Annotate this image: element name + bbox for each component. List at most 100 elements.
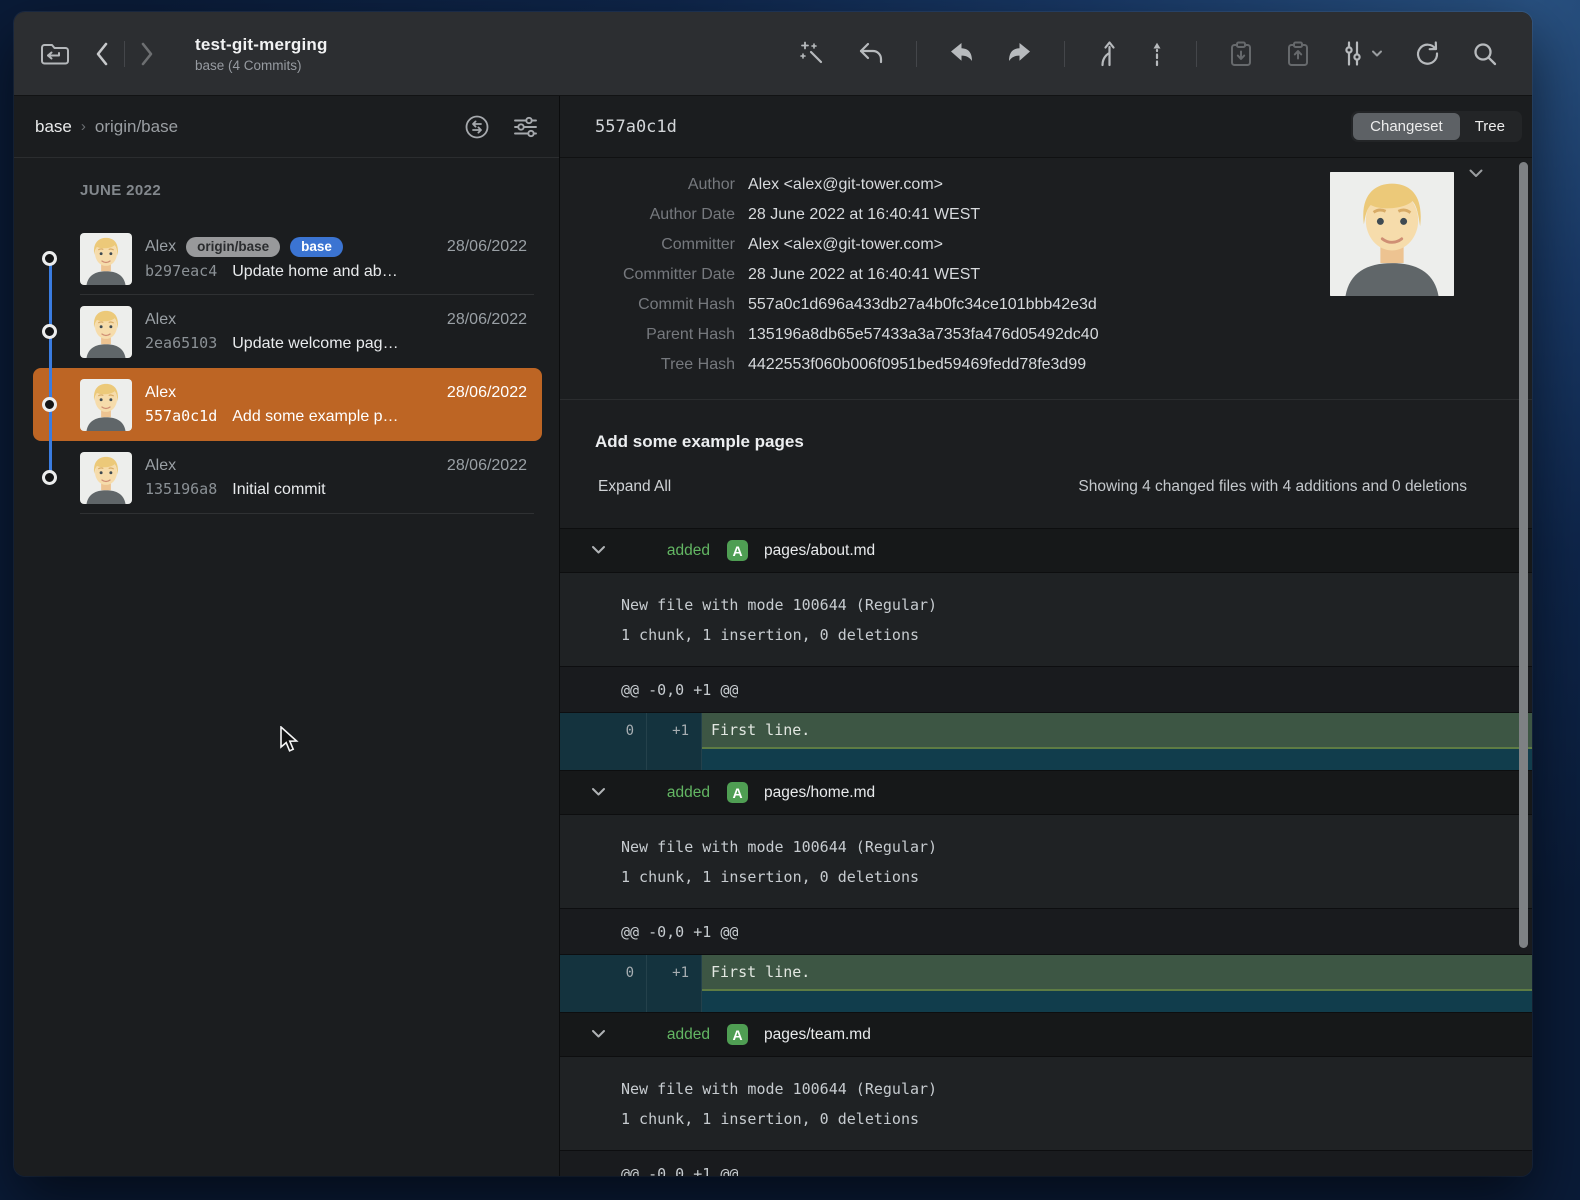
- field-label: Committer Date: [560, 266, 735, 284]
- field-label: Author Date: [560, 206, 735, 224]
- field-value: 28 June 2022 at 16:40:41 WEST: [735, 206, 980, 224]
- local-branch-badge[interactable]: base: [290, 237, 343, 257]
- collapse-metadata-button[interactable]: [1468, 168, 1484, 179]
- diff-line-text: First line.: [702, 955, 1532, 991]
- commit-row[interactable]: Alex origin/base base 28/06/2022 b297eac…: [33, 222, 542, 295]
- main-split: base › origin/base: [14, 96, 1532, 1176]
- remote-branch-badge[interactable]: origin/base: [186, 237, 280, 257]
- rebase-button[interactable]: [1149, 40, 1165, 67]
- month-section-label: JUNE 2022: [14, 182, 559, 222]
- chevron-left-icon: [94, 41, 110, 67]
- toolbar-divider: [916, 41, 917, 67]
- field-label: Parent Hash: [560, 326, 735, 344]
- commit-author: Alex: [145, 384, 176, 402]
- file-stats-line: 1 chunk, 1 insertion, 0 deletions: [621, 1104, 1532, 1134]
- field-value: 4422553f060b006f0951bed59469fedd78fe3d99: [735, 356, 1086, 374]
- diff-line-text: [702, 991, 1532, 1012]
- avatar: [80, 233, 132, 285]
- file-path: pages/team.md: [764, 1026, 871, 1044]
- file-mode-line: New file with mode 100644 (Regular): [621, 832, 1532, 862]
- added-badge-icon: A: [727, 1024, 748, 1045]
- search-button[interactable]: [1472, 41, 1498, 67]
- forward-button[interactable]: [139, 41, 155, 67]
- field-value: Alex <alex@git-tower.com>: [735, 236, 943, 254]
- new-line-number: +1: [647, 713, 702, 749]
- chevron-down-icon: [591, 1026, 606, 1044]
- old-line-number: [560, 991, 647, 1012]
- pull-button[interactable]: [948, 41, 975, 66]
- commit-metadata: Author Alex <alex@git-tower.com> Author D…: [560, 158, 1532, 400]
- clipboard-down-icon: [1228, 40, 1254, 68]
- repo-folder-return-icon: [38, 39, 72, 69]
- chevron-right-icon: [139, 41, 155, 67]
- commit-date: 28/06/2022: [447, 457, 527, 475]
- old-line-number: 0: [560, 713, 647, 749]
- refresh-button[interactable]: [1414, 40, 1441, 67]
- file-stats-line: 1 chunk, 1 insertion, 0 deletions: [621, 862, 1532, 892]
- file-path: pages/home.md: [764, 784, 875, 802]
- commit-date: 28/06/2022: [447, 311, 527, 329]
- file-status: added: [606, 784, 710, 802]
- quick-actions-button[interactable]: [799, 40, 826, 67]
- file-section: added A pages/about.md New file with mod…: [560, 528, 1532, 770]
- tab-changeset[interactable]: Changeset: [1353, 113, 1460, 140]
- diff-line-empty: [560, 991, 1532, 1012]
- clipboard-up-icon: [1285, 40, 1311, 68]
- new-line-number: +1: [647, 955, 702, 991]
- file-stats-line: 1 chunk, 1 insertion, 0 deletions: [621, 620, 1532, 650]
- services-button[interactable]: [1342, 40, 1383, 67]
- rebase-dashed-arrow-icon: [1149, 40, 1165, 67]
- toolbar-divider: [1196, 41, 1197, 67]
- repository-title: test-git-merging: [195, 35, 328, 55]
- merge-button[interactable]: [1096, 40, 1118, 67]
- repository-subtitle: base (4 Commits): [195, 58, 328, 73]
- commit-detail-panel: 557a0c1d Changeset Tree Author Alex <alex…: [560, 96, 1532, 1176]
- commit-message: Update home and ab…: [232, 263, 397, 281]
- push-button[interactable]: [1006, 41, 1033, 66]
- expand-all-button[interactable]: Expand All: [595, 478, 671, 496]
- stash-apply-button[interactable]: [1285, 40, 1311, 68]
- filter-button[interactable]: [512, 114, 539, 140]
- commit-row-selected[interactable]: Alex 28/06/2022 557a0c1d Add some exampl…: [33, 368, 542, 441]
- file-header[interactable]: added A pages/about.md: [560, 528, 1532, 573]
- stash-save-button[interactable]: [1228, 40, 1254, 68]
- commit-row[interactable]: Alex 28/06/2022 2ea65103 Update welcome …: [33, 295, 542, 368]
- hunk-header: @@ -0,0 +1 @@: [560, 666, 1532, 713]
- compare-button[interactable]: [464, 114, 490, 140]
- field-label: Tree Hash: [560, 356, 735, 374]
- old-line-number: 0: [560, 955, 647, 991]
- avatar: [80, 452, 132, 504]
- old-line-number: [560, 749, 647, 770]
- field-value: 557a0c1d696a433db27a4b0fc34ce101bbb42e3d: [735, 296, 1097, 314]
- field-label: Committer: [560, 236, 735, 254]
- diff-line-empty: [560, 749, 1532, 770]
- undo-arrow-icon: [857, 41, 885, 67]
- commit-list: JUNE 2022 Alex origin/base base 28/06/20…: [14, 158, 559, 1176]
- scrollbar-thumb[interactable]: [1519, 162, 1528, 948]
- changed-files-summary: Showing 4 changed files with 4 additions…: [1078, 478, 1467, 496]
- repository-list-button[interactable]: [38, 39, 72, 69]
- undo-button[interactable]: [857, 41, 885, 67]
- detail-short-hash: 557a0c1d: [595, 117, 677, 137]
- toolbar: [799, 40, 1498, 68]
- file-info: New file with mode 100644 (Regular) 1 ch…: [560, 573, 1532, 666]
- added-badge-icon: A: [727, 782, 748, 803]
- avatar: [80, 306, 132, 358]
- filled-arrow-left-icon: [948, 41, 975, 66]
- author-avatar-large: [1328, 172, 1456, 296]
- file-status: added: [606, 542, 710, 560]
- view-mode-segmented-control: Changeset Tree: [1351, 111, 1522, 142]
- breadcrumb-remote[interactable]: origin/base: [95, 117, 178, 137]
- file-header[interactable]: added A pages/home.md: [560, 770, 1532, 815]
- added-badge-icon: A: [727, 540, 748, 561]
- breadcrumb-branch[interactable]: base: [35, 117, 72, 137]
- file-header[interactable]: added A pages/team.md: [560, 1012, 1532, 1057]
- file-info: New file with mode 100644 (Regular) 1 ch…: [560, 815, 1532, 908]
- chevron-down-icon: [591, 784, 606, 802]
- back-button[interactable]: [94, 41, 110, 67]
- tab-tree[interactable]: Tree: [1460, 113, 1520, 140]
- magic-wand-icon: [799, 40, 826, 67]
- field-label: Author: [560, 176, 735, 194]
- field-value: 28 June 2022 at 16:40:41 WEST: [735, 266, 980, 284]
- commit-row[interactable]: Alex 28/06/2022 135196a8 Initial commit: [33, 441, 542, 514]
